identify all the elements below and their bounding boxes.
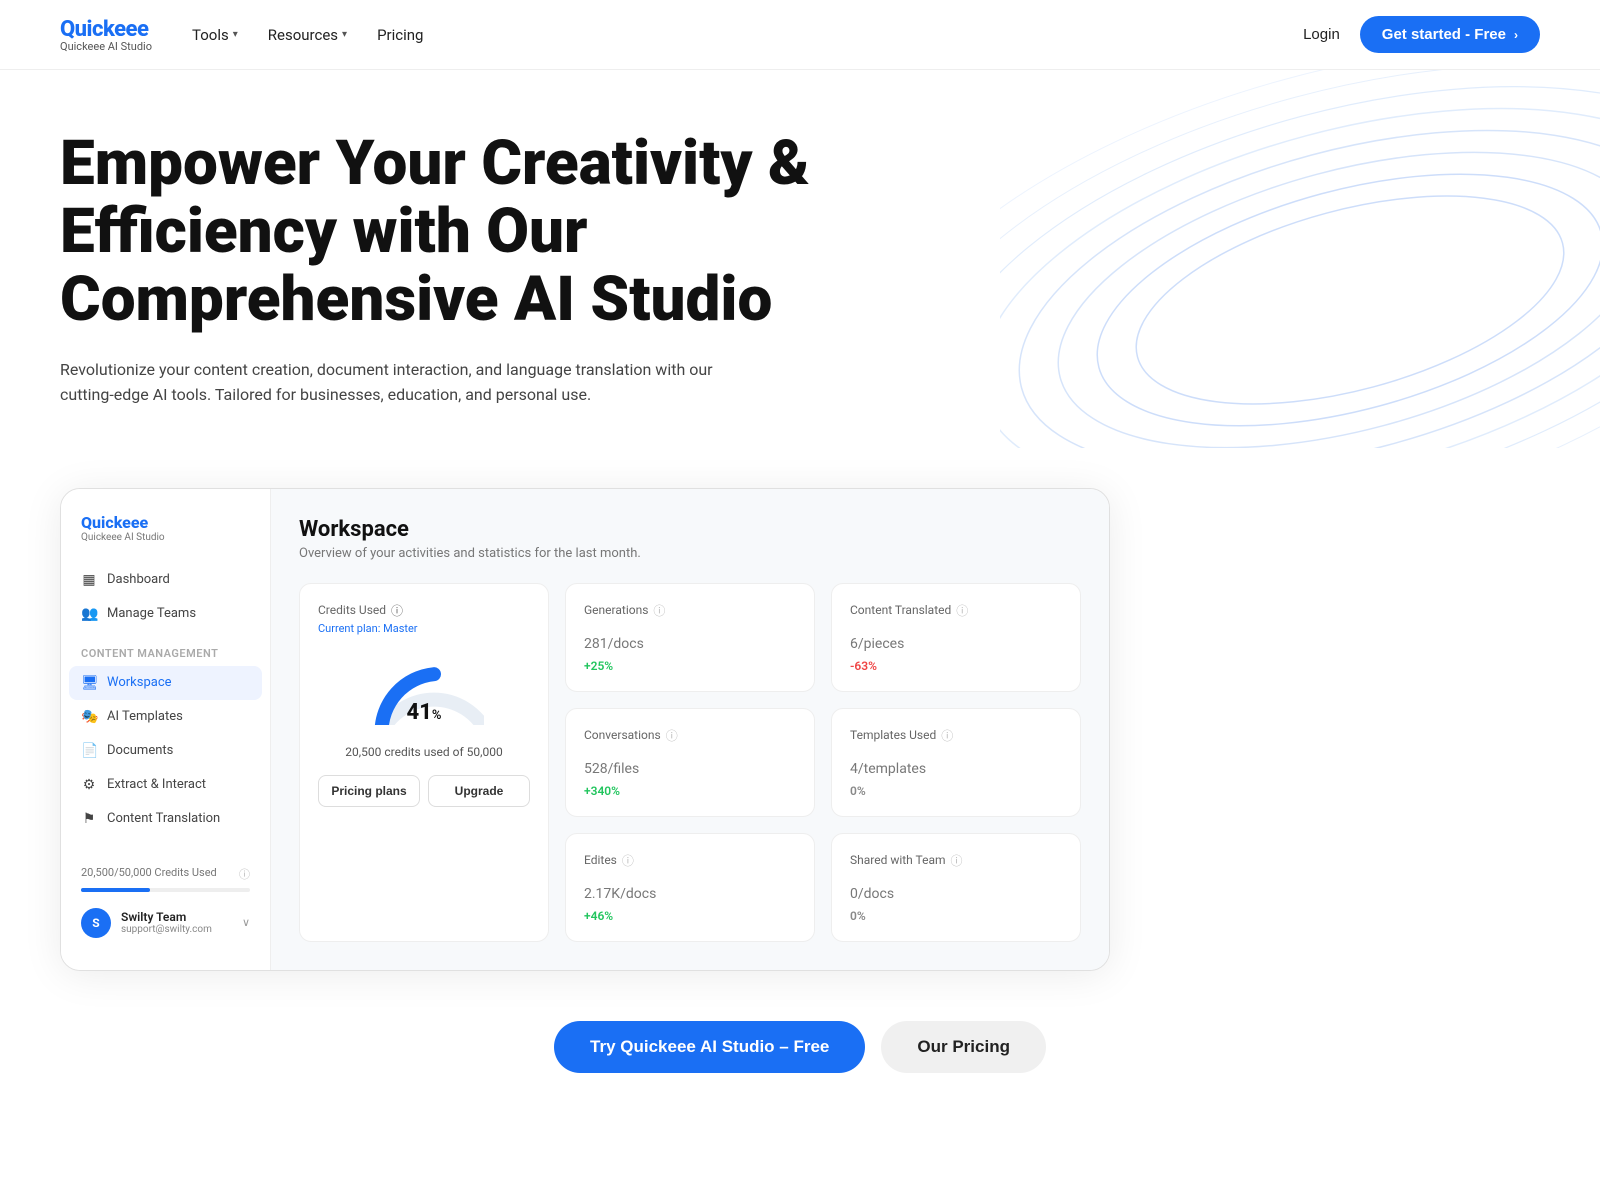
- info-icon: ⓘ: [951, 852, 963, 869]
- arrow-icon: ›: [1514, 28, 1518, 42]
- info-icon: ⓘ: [956, 602, 968, 619]
- hero-heading: Empower Your Creativity & Efficiency wit…: [60, 130, 840, 335]
- credits-info-icon: ⓘ: [239, 866, 250, 882]
- sidebar-item-dashboard[interactable]: ▦ Dashboard: [61, 563, 270, 597]
- extract-icon: ⚙: [81, 777, 97, 793]
- documents-icon: 📄: [81, 743, 97, 759]
- stat-label: Content Translated ⓘ: [850, 602, 1062, 619]
- credits-used-label: 20,500 credits used of 50,000: [318, 745, 530, 759]
- stat-label: Edites ⓘ: [584, 852, 796, 869]
- sidebar-item-manage-teams[interactable]: 👥 Manage Teams: [61, 597, 270, 631]
- hero-section: Empower Your Creativity & Efficiency wit…: [0, 70, 1600, 448]
- stat-value: 2.17K/docs: [584, 875, 796, 905]
- logo-sub: Quickeee AI Studio: [60, 40, 152, 53]
- stat-value: 6/pieces: [850, 625, 1062, 655]
- nav-pricing[interactable]: Pricing: [377, 26, 423, 44]
- get-started-button[interactable]: Get started - Free ›: [1360, 16, 1540, 53]
- info-icon: ⓘ: [653, 602, 665, 619]
- try-free-button[interactable]: Try Quickeee AI Studio – Free: [554, 1021, 865, 1073]
- our-pricing-button[interactable]: Our Pricing: [881, 1021, 1046, 1073]
- stat-card-generations: Generations ⓘ 281/docs +25%: [565, 583, 815, 692]
- stats-grid: Generations ⓘ 281/docs +25% Content Tran…: [299, 583, 1081, 942]
- stat-label: Conversations ⓘ: [584, 727, 796, 744]
- gauge-wrap: 41%: [318, 655, 530, 725]
- stat-value: 281/docs: [584, 625, 796, 655]
- hero-subtext: Revolutionize your content creation, doc…: [60, 357, 740, 408]
- stat-change: -63%: [850, 659, 1062, 673]
- credits-actions: Pricing plans Upgrade: [318, 775, 530, 807]
- info-icon: ⓘ: [941, 727, 953, 744]
- info-icon: ⓘ: [391, 602, 403, 619]
- credits-card-label: Credits Used ⓘ: [318, 602, 530, 619]
- gauge-percent: 41%: [407, 700, 442, 725]
- stat-label: Shared with Team ⓘ: [850, 852, 1062, 869]
- gauge-container: 41%: [364, 655, 484, 725]
- login-button[interactable]: Login: [1303, 26, 1340, 43]
- hero-actions: Try Quickeee AI Studio – Free Our Pricin…: [0, 1021, 1600, 1073]
- teams-icon: 👥: [81, 606, 97, 622]
- credits-plan: Current plan: Master: [318, 622, 530, 635]
- pricing-plans-button[interactable]: Pricing plans: [318, 775, 420, 807]
- workspace-subtitle: Overview of your activities and statisti…: [299, 546, 1081, 561]
- chevron-down-icon: ▾: [342, 29, 347, 40]
- user-info: Swilty Team support@swilty.com: [121, 910, 232, 935]
- user-chevron-icon: ∨: [242, 916, 250, 929]
- hero-decoration: [1000, 70, 1600, 448]
- main-content: Workspace Overview of your activities an…: [271, 489, 1109, 970]
- credits-card: Credits Used ⓘ Current plan: Master 41%: [299, 583, 549, 942]
- logo-text: Quickeee: [60, 17, 152, 42]
- sidebar-item-extract-interact[interactable]: ⚙ Extract & Interact: [61, 768, 270, 802]
- stat-value: 0/docs: [850, 875, 1062, 905]
- nav-links: Tools ▾ Resources ▾ Pricing: [192, 26, 423, 44]
- dashboard-icon: ▦: [81, 572, 97, 588]
- upgrade-button[interactable]: Upgrade: [428, 775, 530, 807]
- stat-change: 0%: [850, 909, 1062, 923]
- credits-label: 20,500/50,000 Credits Used ⓘ: [81, 866, 250, 882]
- logo[interactable]: Quickeee Quickeee AI Studio: [60, 17, 152, 53]
- sidebar-logo-text: Quickeee: [81, 513, 250, 532]
- dashboard-mockup: Quickeee Quickeee AI Studio ▦ Dashboard …: [60, 488, 1110, 971]
- translation-icon: ⚑: [81, 811, 97, 827]
- sidebar-logo-sub: Quickeee AI Studio: [81, 532, 250, 543]
- stat-card-shared: Shared with Team ⓘ 0/docs 0%: [831, 833, 1081, 942]
- info-icon: ⓘ: [666, 727, 678, 744]
- stat-card-templates-used: Templates Used ⓘ 4/templates 0%: [831, 708, 1081, 817]
- nav-right: Login Get started - Free ›: [1303, 16, 1540, 53]
- sidebar-bottom: 20,500/50,000 Credits Used ⓘ S Swilty Te…: [61, 850, 270, 946]
- stat-value: 4/templates: [850, 750, 1062, 780]
- stat-change: +25%: [584, 659, 796, 673]
- sidebar-logo: Quickeee Quickeee AI Studio: [61, 513, 270, 563]
- chevron-down-icon: ▾: [233, 29, 238, 40]
- stat-label: Templates Used ⓘ: [850, 727, 1062, 744]
- user-email: support@swilty.com: [121, 924, 232, 935]
- stat-card-conversations: Conversations ⓘ 528/files +340%: [565, 708, 815, 817]
- stat-card-content-translated: Content Translated ⓘ 6/pieces -63%: [831, 583, 1081, 692]
- credits-progress-fill: [81, 888, 150, 892]
- nav-left: Quickeee Quickeee AI Studio Tools ▾ Reso…: [60, 17, 423, 53]
- stat-change: 0%: [850, 784, 1062, 798]
- workspace-title: Workspace: [299, 517, 1081, 542]
- templates-icon: 🎭: [81, 709, 97, 725]
- nav-resources[interactable]: Resources ▾: [268, 26, 347, 44]
- sidebar-section-label: Content Management: [61, 631, 270, 666]
- stat-change: +340%: [584, 784, 796, 798]
- workspace-icon: 🖥: [81, 675, 97, 691]
- user-row[interactable]: S Swilty Team support@swilty.com ∨: [81, 908, 250, 938]
- credits-progress-bar: [81, 888, 250, 892]
- stat-card-edits: Edites ⓘ 2.17K/docs +46%: [565, 833, 815, 942]
- sidebar-item-ai-templates[interactable]: 🎭 AI Templates: [61, 700, 270, 734]
- user-avatar: S: [81, 908, 111, 938]
- sidebar-item-workspace[interactable]: 🖥 Workspace: [69, 666, 262, 700]
- stat-change: +46%: [584, 909, 796, 923]
- info-icon: ⓘ: [622, 852, 634, 869]
- user-name: Swilty Team: [121, 910, 232, 924]
- nav-tools[interactable]: Tools ▾: [192, 26, 238, 44]
- navbar: Quickeee Quickeee AI Studio Tools ▾ Reso…: [0, 0, 1600, 70]
- sidebar: Quickeee Quickeee AI Studio ▦ Dashboard …: [61, 489, 271, 970]
- stat-label: Generations ⓘ: [584, 602, 796, 619]
- stat-value: 528/files: [584, 750, 796, 780]
- sidebar-item-content-translation[interactable]: ⚑ Content Translation: [61, 802, 270, 836]
- sidebar-item-documents[interactable]: 📄 Documents: [61, 734, 270, 768]
